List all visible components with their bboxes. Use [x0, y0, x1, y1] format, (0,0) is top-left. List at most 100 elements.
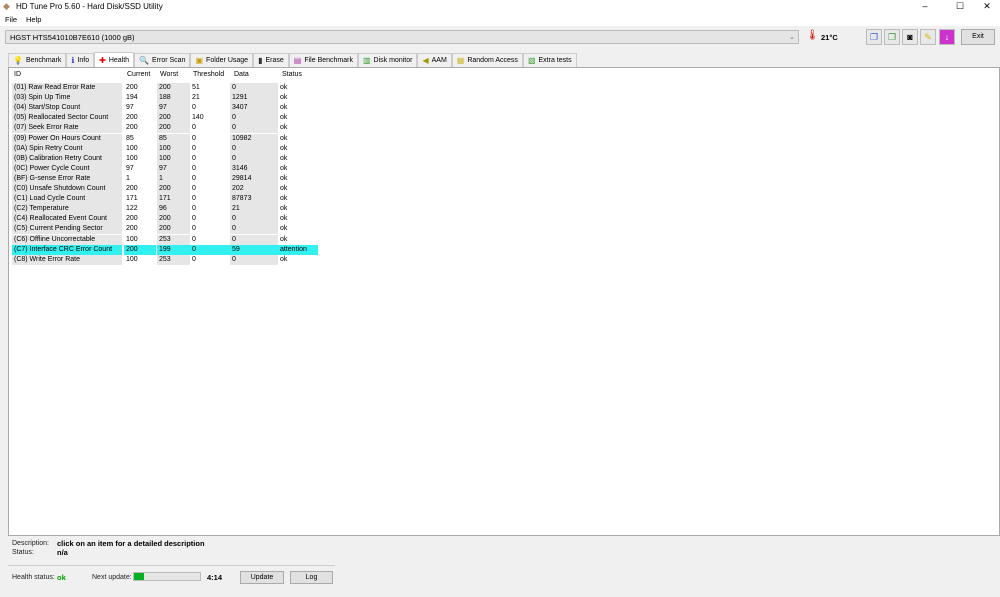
cell-current: 85	[126, 134, 134, 142]
countdown: 4:14	[207, 573, 223, 582]
next-update-progress	[133, 572, 201, 581]
table-row[interactable]: (0A) Spin Retry Count 100 100 0 0 ok	[12, 143, 318, 154]
benchmark-icon: 💡	[13, 56, 23, 65]
cell-id: (0C) Power Cycle Count	[12, 163, 122, 174]
file-benchmark-icon: ▤	[293, 56, 302, 65]
cell-status: ok	[280, 104, 288, 112]
table-row[interactable]: (04) Start/Stop Count 97 97 0 3407 ok	[12, 103, 318, 114]
table-row[interactable]: (C7) Interface CRC Error Count 200 199 0 59 a…	[12, 244, 318, 255]
tab-file-benchmark[interactable]: ▤ File Benchmark	[288, 53, 358, 67]
table-row[interactable]: (03) Spin Up Time 194 188 21 1291 ok	[12, 93, 318, 104]
table-row[interactable]: (BF) G-sense Error Rate 1 1 0 29814 ok	[12, 173, 318, 184]
cell-data: 10982	[230, 133, 278, 144]
cell-data: 3146	[230, 163, 278, 174]
save-download-icon[interactable]: ↓	[939, 29, 955, 45]
update-button[interactable]: Update	[240, 571, 284, 584]
title-bar: ◆ HD Tune Pro 5.60 - Hard Disk/SSD Utili…	[0, 0, 1000, 13]
copy-text-icon[interactable]: ❐	[866, 29, 882, 45]
close-button[interactable]: ✕	[972, 0, 1000, 13]
table-row[interactable]: (C4) Reallocated Event Count 200 200 0 0 ok	[12, 214, 318, 225]
tab-aam[interactable]: ◀ AAM	[417, 53, 452, 67]
table-row[interactable]: (0C) Power Cycle Count 97 97 0 3146 ok	[12, 163, 318, 174]
cell-threshold: 140	[192, 114, 204, 122]
cell-status: ok	[280, 114, 288, 122]
folder-usage-icon: ▣	[195, 56, 204, 65]
table-row[interactable]: (C8) Write Error Rate 100 253 0 0 ok	[12, 254, 318, 265]
cell-current: 97	[126, 164, 134, 172]
tab-info[interactable]: ℹ Info	[66, 53, 95, 67]
table-row[interactable]: (C5) Current Pending Sector 200 200 0 0 ok	[12, 224, 318, 235]
table-row[interactable]: (C0) Unsafe Shutdown Count 200 200 0 202 ok	[12, 184, 318, 194]
menu-help[interactable]: Help	[26, 15, 41, 24]
table-row[interactable]: (05) Reallocated Sector Count 200 200 140 0 o…	[12, 113, 318, 124]
cell-worst: 100	[157, 153, 190, 164]
cell-status: ok	[280, 225, 288, 233]
column-status[interactable]: Status	[282, 71, 302, 78]
tab-label: Info	[77, 57, 90, 64]
cell-worst: 200	[157, 184, 190, 194]
maximize-button[interactable]: ☐	[945, 0, 975, 13]
column-data[interactable]: Data	[234, 71, 249, 78]
random-access-icon: ▦	[456, 56, 465, 65]
cell-current: 200	[126, 185, 138, 192]
tab-extra-tests[interactable]: ▧ Extra tests	[522, 53, 577, 67]
cell-current: 171	[126, 195, 138, 203]
cell-threshold: 0	[192, 185, 196, 192]
cell-worst: 253	[157, 234, 190, 245]
tab-label: Erase	[265, 57, 284, 64]
exit-button[interactable]: Exit	[961, 29, 995, 45]
cell-threshold: 0	[190, 244, 230, 255]
screenshot-camera-icon[interactable]: ◙	[902, 29, 918, 45]
divider	[8, 565, 335, 566]
cell-status: ok	[280, 195, 288, 203]
table-row[interactable]: (C6) Offline Uncorrectable 100 253 0 0 ok	[12, 234, 318, 245]
menu-file[interactable]: File	[5, 15, 17, 24]
table-row[interactable]: (C1) Load Cycle Count 171 171 0 87873 ok	[12, 194, 318, 205]
cell-data: 29814	[230, 173, 278, 184]
log-button[interactable]: Log	[290, 571, 333, 584]
cell-id: (04) Start/Stop Count	[12, 103, 122, 114]
table-row[interactable]: (01) Raw Read Error Rate 200 200 51 0 ok	[12, 83, 318, 93]
tab-error-scan[interactable]: 🔍 Error Scan	[134, 53, 191, 67]
copy-all-icon[interactable]: ❐	[884, 29, 900, 45]
tab-random-access[interactable]: ▦ Random Access	[451, 53, 523, 67]
drive-select[interactable]: HGST HTS541010B7E610 (1000 gB) ⌄	[5, 30, 799, 44]
tab-health[interactable]: ✚ Health	[94, 52, 135, 67]
health-status-label: Health status:	[12, 574, 55, 581]
minimize-button[interactable]: –	[910, 0, 940, 13]
cell-status: ok	[280, 235, 288, 243]
tab-label: Health	[108, 56, 130, 64]
tab-label: File Benchmark	[304, 57, 353, 64]
options-icon[interactable]: ✎	[920, 29, 936, 45]
cell-current: 100	[126, 235, 138, 243]
table-row[interactable]: (C2) Temperature 122 96 0 21 ok	[12, 204, 318, 215]
cell-worst: 188	[157, 93, 190, 104]
column-id[interactable]: ID	[14, 71, 21, 78]
cell-threshold: 0	[192, 235, 196, 243]
cell-status: ok	[280, 84, 288, 91]
table-row[interactable]: (09) Power On Hours Count 85 85 0 10982 ok	[12, 133, 318, 144]
chevron-down-icon: ⌄	[788, 32, 795, 41]
cell-threshold: 0	[192, 154, 196, 162]
cell-id: (C7) Interface CRC Error Count	[12, 244, 122, 255]
menu-bar: File Help	[0, 13, 1000, 26]
cell-current: 200	[124, 244, 156, 255]
table-row[interactable]: (0B) Calibration Retry Count 100 100 0 0 ok	[12, 153, 318, 164]
column-worst[interactable]: Worst	[160, 71, 178, 78]
column-current[interactable]: Current	[127, 71, 150, 78]
cell-worst: 97	[157, 163, 190, 174]
smart-attributes-table[interactable]: ID Current Worst Threshold Data Status (…	[8, 67, 1000, 536]
tab-disk-monitor[interactable]: ▥ Disk monitor	[357, 53, 418, 67]
cell-status: ok	[280, 94, 288, 102]
tab-folder-usage[interactable]: ▣ Folder Usage	[190, 53, 254, 67]
tab-label: Random Access	[467, 57, 518, 64]
table-row[interactable]: (07) Seek Error Rate 200 200 0 0 ok	[12, 123, 318, 134]
cell-data: 59	[230, 244, 278, 255]
cell-data: 87873	[230, 194, 278, 205]
tab-bar: 💡 Benchmark ℹ Info ✚ Health 🔍 Error Scan ▣ Folder…	[8, 52, 577, 67]
health-icon: ✚	[99, 55, 106, 65]
column-threshold[interactable]: Threshold	[193, 71, 224, 78]
tab-erase[interactable]: ▮ Erase	[253, 53, 289, 67]
cell-worst: 253	[157, 254, 190, 265]
tab-benchmark[interactable]: 💡 Benchmark	[8, 53, 67, 67]
